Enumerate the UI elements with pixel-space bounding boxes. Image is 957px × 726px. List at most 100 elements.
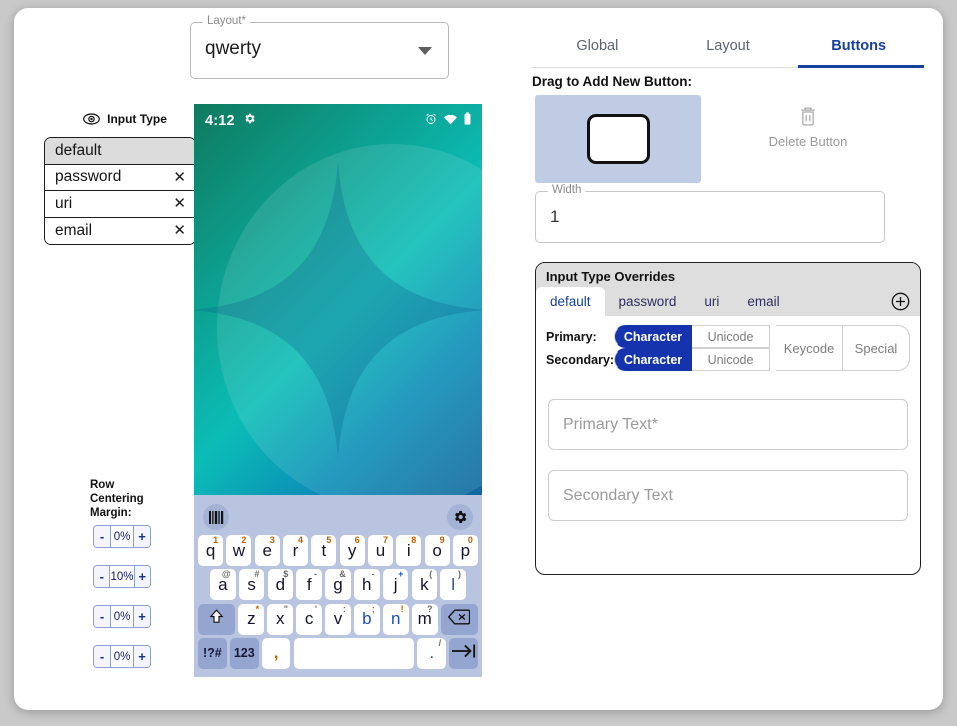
key-d[interactable]: $ d — [267, 569, 294, 601]
key-u[interactable]: 7u — [367, 535, 393, 567]
tab-buttons[interactable]: Buttons — [793, 30, 924, 68]
input-type-item-email[interactable]: email ✕ — [45, 217, 195, 244]
primary-character-option[interactable]: Character — [614, 325, 692, 348]
phone-status-bar: 4:12 — [194, 104, 482, 138]
key-i[interactable]: 8i — [396, 535, 422, 567]
override-tab-email[interactable]: email — [733, 287, 793, 316]
input-type-item-password[interactable]: password ✕ — [45, 164, 195, 191]
row-centering-stepper-3[interactable]: - 0% + — [93, 605, 151, 628]
enter-key[interactable] — [449, 637, 478, 669]
key-g[interactable]: & g — [325, 569, 351, 601]
input-type-item-uri[interactable]: uri ✕ — [45, 191, 195, 218]
input-type-item-label: email — [55, 221, 93, 239]
overrides-header: Input Type Overrides default password ur… — [536, 263, 920, 316]
override-tab-password[interactable]: password — [605, 287, 691, 316]
secondary-text-input[interactable]: Secondary Text — [548, 470, 908, 521]
key-l[interactable]: ) l — [440, 569, 466, 601]
key-z[interactable]: * z — [238, 603, 265, 635]
decrement-button[interactable]: - — [94, 646, 111, 667]
key-r[interactable]: 4r — [282, 535, 309, 567]
layout-select[interactable]: Layout* qwerty — [190, 15, 449, 79]
key-h[interactable]: -h — [353, 569, 380, 601]
primary-unicode-option[interactable]: Unicode — [692, 325, 770, 348]
increment-button[interactable]: + — [133, 646, 150, 667]
key-superscript: ( — [429, 569, 433, 580]
primary-text-input[interactable]: Primary Text* — [548, 399, 908, 450]
remove-input-type-icon[interactable]: ✕ — [173, 170, 186, 185]
keycode-option[interactable]: Keycode — [776, 325, 843, 371]
space-key[interactable] — [293, 637, 415, 669]
backspace-key[interactable] — [440, 603, 478, 635]
width-field[interactable]: Width 1 — [535, 184, 885, 243]
secondary-character-option[interactable]: Character — [614, 348, 692, 371]
key-n[interactable]: ! n — [382, 603, 409, 635]
barcode-icon[interactable] — [203, 504, 229, 531]
increment-button[interactable]: + — [133, 566, 150, 587]
key-s[interactable]: # s — [238, 569, 265, 601]
key-b[interactable]: ; b — [354, 603, 380, 635]
key-a[interactable]: @ a — [210, 569, 236, 601]
decrement-button[interactable]: - — [94, 526, 111, 547]
key-superscript: 2 — [241, 535, 247, 546]
key-t[interactable]: 5t — [311, 535, 337, 567]
symbols-key[interactable]: !?# — [198, 637, 227, 669]
input-type-header: Input Type — [56, 112, 194, 126]
eye-icon — [83, 113, 101, 125]
key-m[interactable]: ? m — [411, 603, 438, 635]
input-type-item-label: default — [55, 141, 102, 159]
tab-global[interactable]: Global — [532, 30, 663, 68]
width-field-value: 1 — [550, 207, 560, 226]
key-o[interactable]: 9o — [424, 535, 450, 567]
secondary-row: Secondary: Character Unicode — [546, 348, 776, 371]
key-w[interactable]: 2w — [226, 535, 252, 567]
row-centering-margin-label: Row Centering Margin: — [90, 479, 144, 519]
row-centering-value: 0% — [111, 526, 133, 547]
key-superscript: ) — [457, 569, 461, 580]
decrement-button[interactable]: - — [94, 606, 111, 627]
shift-key[interactable] — [198, 603, 236, 635]
increment-button[interactable]: + — [133, 606, 150, 627]
overrides-tabs: default password uri email — [536, 287, 920, 316]
virtual-keyboard: 1q 2w 3e 4r 5t 6y 7u 8i 9o 0p @ a # s $ d -… — [194, 495, 482, 677]
keyboard-row-3: * z " x ' c :v ; b ! n ? m — [197, 603, 479, 635]
key-y[interactable]: 6y — [339, 535, 365, 567]
key-p[interactable]: 0p — [452, 535, 478, 567]
plus-circle-icon[interactable] — [891, 287, 910, 316]
tab-layout[interactable]: Layout — [663, 30, 794, 68]
key-q[interactable]: 1q — [198, 535, 224, 567]
backspace-icon — [448, 609, 471, 630]
delete-button[interactable]: Delete Button — [758, 106, 858, 149]
key-label: b — [362, 609, 372, 629]
key-k[interactable]: (k — [411, 569, 438, 601]
input-type-header-label: Input Type — [107, 112, 167, 126]
override-type-selectors: Primary: Character Unicode Secondary: Ch… — [546, 325, 910, 371]
key-j[interactable]: + j — [382, 569, 409, 601]
input-type-item-default[interactable]: default — [45, 138, 195, 165]
numbers-key[interactable]: 123 — [229, 637, 259, 669]
decrement-button[interactable]: - — [94, 566, 111, 587]
key-e[interactable]: 3e — [254, 535, 280, 567]
row-centering-stepper-2[interactable]: - 10% + — [93, 565, 151, 588]
period-key[interactable]: /. — [417, 637, 447, 669]
override-tab-default[interactable]: default — [536, 287, 605, 316]
key-v[interactable]: :v — [325, 603, 351, 635]
new-button-preview[interactable] — [586, 114, 650, 164]
key-superscript: + — [398, 569, 404, 580]
row-centering-stepper-1[interactable]: - 0% + — [93, 525, 151, 548]
drag-new-button-area[interactable] — [535, 95, 701, 183]
key-f[interactable]: -f — [296, 569, 322, 601]
key-x[interactable]: " x — [267, 603, 294, 635]
keyboard-settings-gear-icon[interactable] — [447, 504, 473, 531]
key-superscript: 7 — [382, 535, 388, 546]
comma-key[interactable]: , — [261, 637, 291, 669]
special-option[interactable]: Special — [843, 325, 910, 371]
remove-input-type-icon[interactable]: ✕ — [173, 223, 186, 238]
key-c[interactable]: ' c — [296, 603, 322, 635]
row-centering-stepper-4[interactable]: - 0% + — [93, 645, 151, 668]
chevron-down-icon[interactable] — [418, 47, 432, 55]
settings-tabs: Global Layout Buttons — [532, 30, 924, 68]
remove-input-type-icon[interactable]: ✕ — [173, 196, 186, 211]
secondary-unicode-option[interactable]: Unicode — [692, 348, 770, 371]
increment-button[interactable]: + — [133, 526, 150, 547]
override-tab-uri[interactable]: uri — [690, 287, 733, 316]
